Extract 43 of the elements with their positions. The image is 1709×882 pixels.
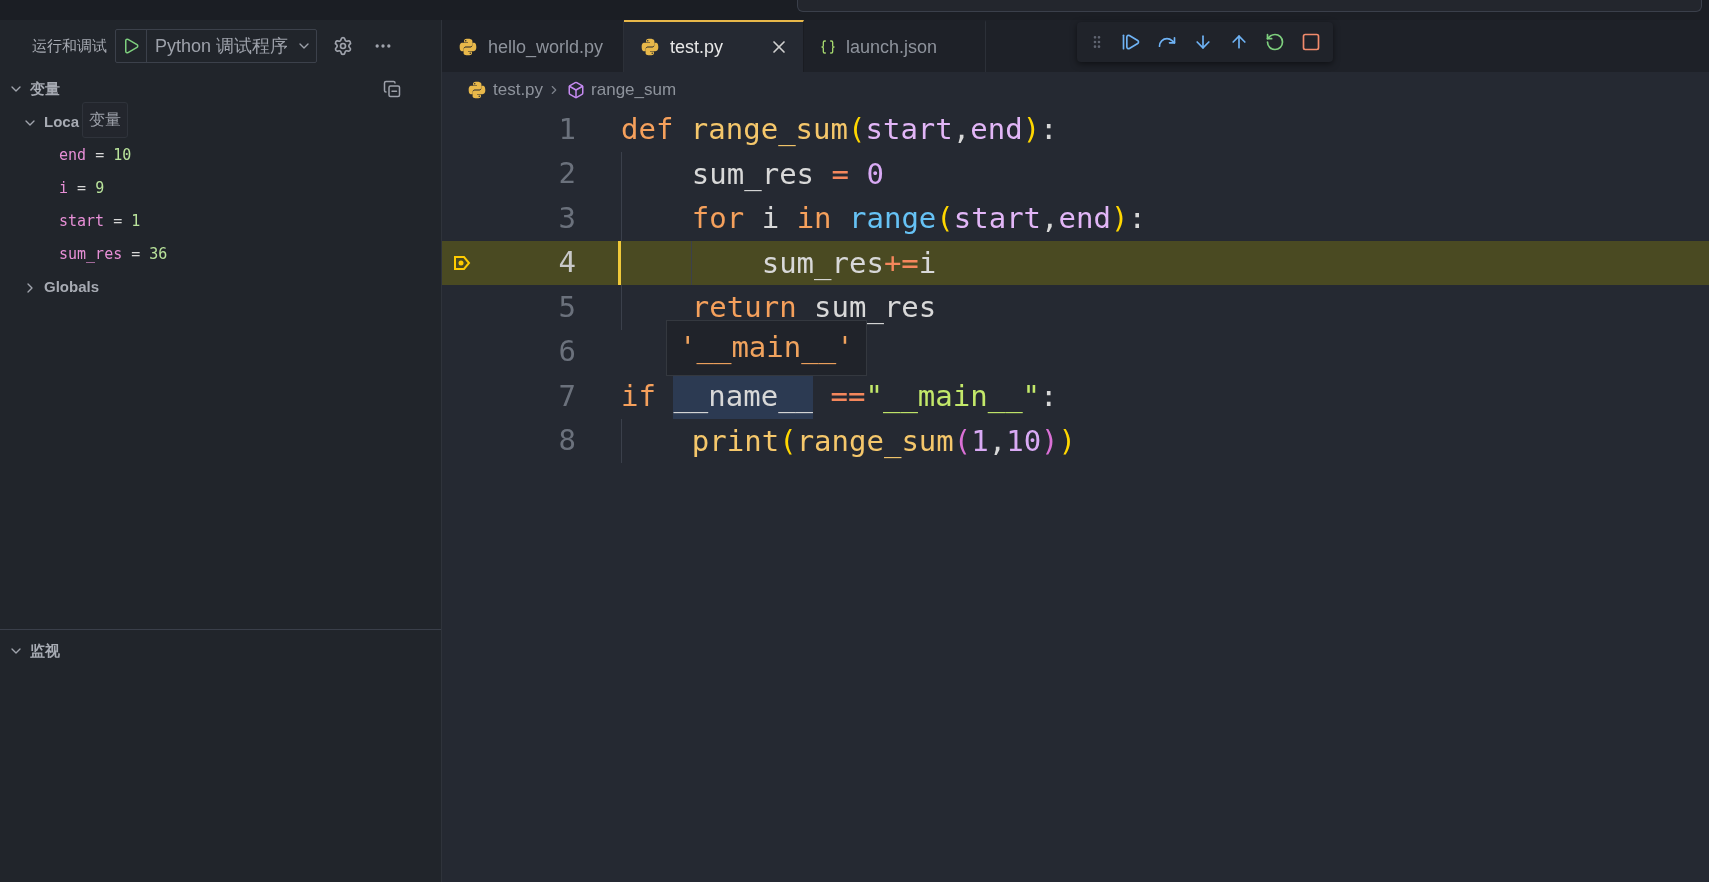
restart-icon[interactable] [1265,32,1285,52]
code-line: for i in range(start,end): [621,196,1146,241]
breadcrumb[interactable]: test.py [493,76,544,103]
line-number: 3 [557,199,576,237]
start-debugging-icon[interactable] [122,37,140,55]
editor-tab[interactable]: launch.json [804,20,986,72]
breadcrumb[interactable]: range_sum [591,76,677,103]
python-icon [640,37,660,57]
current-line-icon [453,253,471,272]
line-number: 2 [557,155,576,192]
collapse-all-icon[interactable] [383,80,401,98]
code-line: if __name__ =="__main__": [621,374,1058,419]
hover-tooltip: '__main__' [666,319,867,376]
command-search-field[interactable] [797,0,1702,12]
variable-row[interactable]: i = 9 [59,177,105,200]
line-number: 1 [557,110,576,148]
settings-icon[interactable] [333,36,354,56]
continue-icon[interactable] [1121,32,1141,52]
tooltip: 变量 [82,102,128,138]
variable-row[interactable]: start = 1 [59,210,141,233]
code-line: print(range_sum(1,10)) [621,418,1077,463]
editor-tab[interactable]: test.py [624,20,804,72]
scope-label[interactable]: Globals [44,276,99,299]
section-title[interactable]: 监视 [30,639,60,663]
section-title[interactable]: 变量 [30,77,60,101]
line-number: 5 [557,288,576,326]
code-line: sum_res = 0 [621,151,884,196]
variable-row[interactable]: end = 10 [59,144,132,167]
code-line: sum_res+=i [621,240,937,285]
line-number: 6 [557,333,576,370]
python-icon [458,37,478,57]
scope-label[interactable]: Loca [44,111,79,134]
line-number: 7 [557,377,576,415]
line-number: 4 [557,244,576,281]
cube-icon [567,80,586,99]
debug-config-dropdown[interactable]: Python 调试程序 [115,29,318,63]
variable-row[interactable]: sum_res = 36 [59,243,168,266]
python-icon [467,79,487,100]
stop-icon[interactable] [1301,32,1321,52]
braces-icon [820,38,836,56]
line-number: 8 [557,422,576,459]
code-line: def range_sum(start,end): [621,111,1058,148]
panel-title: 运行和调试 [32,35,107,56]
